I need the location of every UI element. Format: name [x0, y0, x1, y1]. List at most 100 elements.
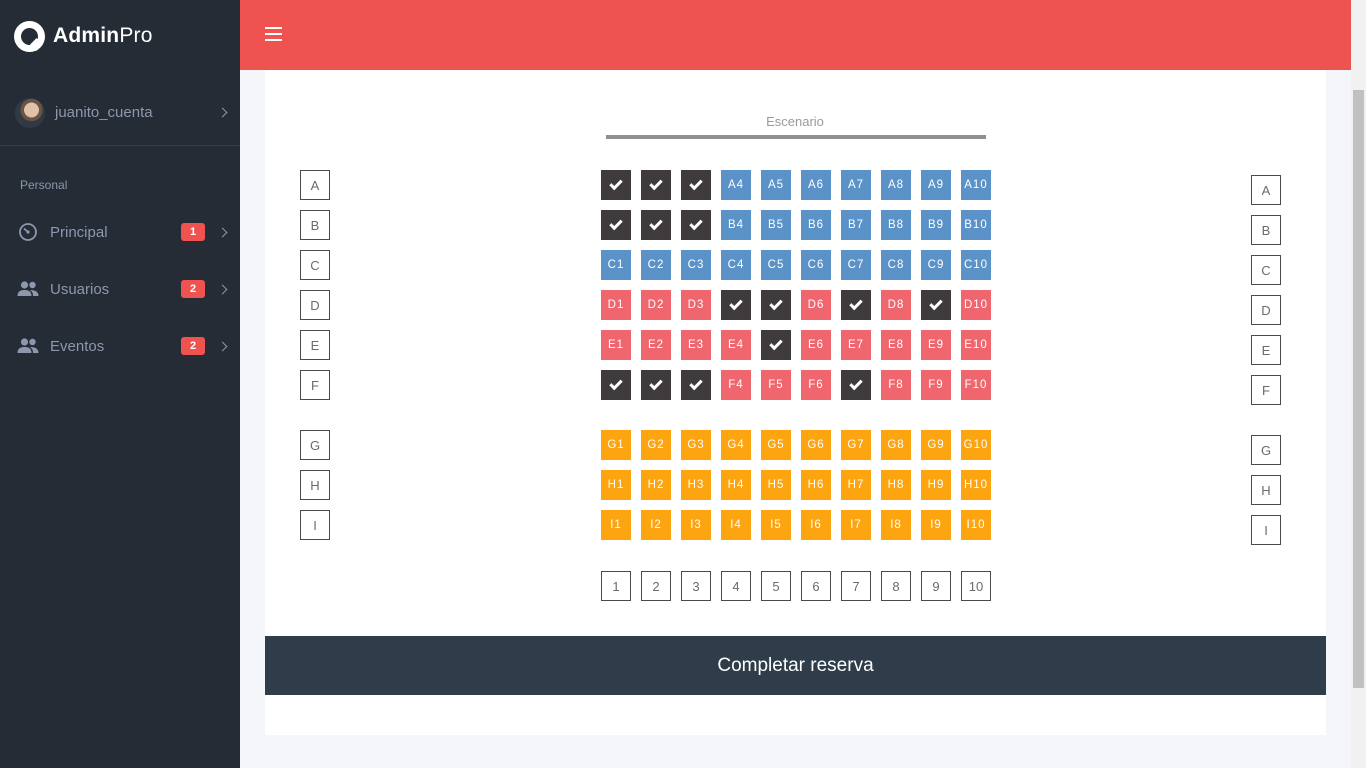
seat-a6[interactable]: A6 [801, 170, 831, 200]
seat-occupied[interactable] [841, 290, 871, 320]
seat-e7[interactable]: E7 [841, 330, 871, 360]
seat-e10[interactable]: E10 [961, 330, 991, 360]
seat-occupied[interactable] [641, 370, 671, 400]
seat-g3[interactable]: G3 [681, 430, 711, 460]
seat-d3[interactable]: D3 [681, 290, 711, 320]
seat-h6[interactable]: H6 [801, 470, 831, 500]
seat-a10[interactable]: A10 [961, 170, 991, 200]
seat-g2[interactable]: G2 [641, 430, 671, 460]
seat-f9[interactable]: F9 [921, 370, 951, 400]
sidebar-item-principal[interactable]: Principal 1 [0, 212, 240, 252]
seat-occupied[interactable] [761, 330, 791, 360]
seat-occupied[interactable] [641, 210, 671, 240]
seat-occupied[interactable] [681, 170, 711, 200]
seat-e3[interactable]: E3 [681, 330, 711, 360]
seat-f5[interactable]: F5 [761, 370, 791, 400]
seat-g4[interactable]: G4 [721, 430, 751, 460]
seat-a5[interactable]: A5 [761, 170, 791, 200]
sidebar-item-eventos[interactable]: Eventos 2 [0, 326, 240, 366]
seat-e2[interactable]: E2 [641, 330, 671, 360]
seat-i9[interactable]: I9 [921, 510, 951, 540]
seat-g8[interactable]: G8 [881, 430, 911, 460]
seat-a7[interactable]: A7 [841, 170, 871, 200]
seat-f8[interactable]: F8 [881, 370, 911, 400]
user-profile-menu[interactable]: juanito_cuenta [0, 80, 240, 146]
seat-h10[interactable]: H10 [961, 470, 991, 500]
sidebar-item-usuarios[interactable]: Usuarios 2 [0, 269, 240, 309]
seat-occupied[interactable] [761, 290, 791, 320]
seat-c2[interactable]: C2 [641, 250, 671, 280]
seat-g5[interactable]: G5 [761, 430, 791, 460]
seat-d8[interactable]: D8 [881, 290, 911, 320]
seat-d2[interactable]: D2 [641, 290, 671, 320]
seat-h8[interactable]: H8 [881, 470, 911, 500]
seat-i8[interactable]: I8 [881, 510, 911, 540]
seat-g9[interactable]: G9 [921, 430, 951, 460]
seat-i1[interactable]: I1 [601, 510, 631, 540]
seat-d10[interactable]: D10 [961, 290, 991, 320]
seat-g10[interactable]: G10 [961, 430, 991, 460]
seat-c7[interactable]: C7 [841, 250, 871, 280]
seat-i5[interactable]: I5 [761, 510, 791, 540]
seat-b9[interactable]: B9 [921, 210, 951, 240]
seat-i6[interactable]: I6 [801, 510, 831, 540]
seat-occupied[interactable] [681, 370, 711, 400]
seat-i4[interactable]: I4 [721, 510, 751, 540]
seat-c5[interactable]: C5 [761, 250, 791, 280]
seat-h7[interactable]: H7 [841, 470, 871, 500]
seat-f4[interactable]: F4 [721, 370, 751, 400]
seat-occupied[interactable] [841, 370, 871, 400]
seat-h2[interactable]: H2 [641, 470, 671, 500]
seat-b8[interactable]: B8 [881, 210, 911, 240]
seat-i3[interactable]: I3 [681, 510, 711, 540]
seat-occupied[interactable] [601, 370, 631, 400]
seat-e4[interactable]: E4 [721, 330, 751, 360]
seat-a4[interactable]: A4 [721, 170, 751, 200]
seat-f10[interactable]: F10 [961, 370, 991, 400]
seat-b7[interactable]: B7 [841, 210, 871, 240]
seat-occupied[interactable] [721, 290, 751, 320]
seat-c10[interactable]: C10 [961, 250, 991, 280]
seat-e8[interactable]: E8 [881, 330, 911, 360]
seat-occupied[interactable] [601, 170, 631, 200]
seat-i2[interactable]: I2 [641, 510, 671, 540]
column-label: 10 [961, 571, 991, 601]
seat-e1[interactable]: E1 [601, 330, 631, 360]
seat-i7[interactable]: I7 [841, 510, 871, 540]
seat-i10[interactable]: I10 [961, 510, 991, 540]
seat-h5[interactable]: H5 [761, 470, 791, 500]
seat-d6[interactable]: D6 [801, 290, 831, 320]
seat-b6[interactable]: B6 [801, 210, 831, 240]
hamburger-menu-icon[interactable] [265, 27, 282, 41]
seat-h3[interactable]: H3 [681, 470, 711, 500]
seat-g6[interactable]: G6 [801, 430, 831, 460]
seat-g1[interactable]: G1 [601, 430, 631, 460]
seat-c8[interactable]: C8 [881, 250, 911, 280]
seat-f6[interactable]: F6 [801, 370, 831, 400]
seat-b4[interactable]: B4 [721, 210, 751, 240]
seat-occupied[interactable] [641, 170, 671, 200]
seat-occupied[interactable] [921, 290, 951, 320]
seat-occupied[interactable] [681, 210, 711, 240]
seat-h1[interactable]: H1 [601, 470, 631, 500]
seat-e6[interactable]: E6 [801, 330, 831, 360]
seat-occupied[interactable] [601, 210, 631, 240]
seat-c1[interactable]: C1 [601, 250, 631, 280]
seat-b5[interactable]: B5 [761, 210, 791, 240]
scrollbar[interactable] [1351, 0, 1366, 768]
seat-e9[interactable]: E9 [921, 330, 951, 360]
seat-a9[interactable]: A9 [921, 170, 951, 200]
seat-c4[interactable]: C4 [721, 250, 751, 280]
seat-d1[interactable]: D1 [601, 290, 631, 320]
scrollbar-thumb[interactable] [1353, 90, 1364, 688]
seat-c6[interactable]: C6 [801, 250, 831, 280]
complete-reservation-button[interactable]: Completar reserva [265, 636, 1326, 695]
seat-c9[interactable]: C9 [921, 250, 951, 280]
seat-g7[interactable]: G7 [841, 430, 871, 460]
seat-a8[interactable]: A8 [881, 170, 911, 200]
seat-h4[interactable]: H4 [721, 470, 751, 500]
seat-h9[interactable]: H9 [921, 470, 951, 500]
seat-b10[interactable]: B10 [961, 210, 991, 240]
app-logo[interactable]: AdminPro [14, 20, 153, 52]
seat-c3[interactable]: C3 [681, 250, 711, 280]
